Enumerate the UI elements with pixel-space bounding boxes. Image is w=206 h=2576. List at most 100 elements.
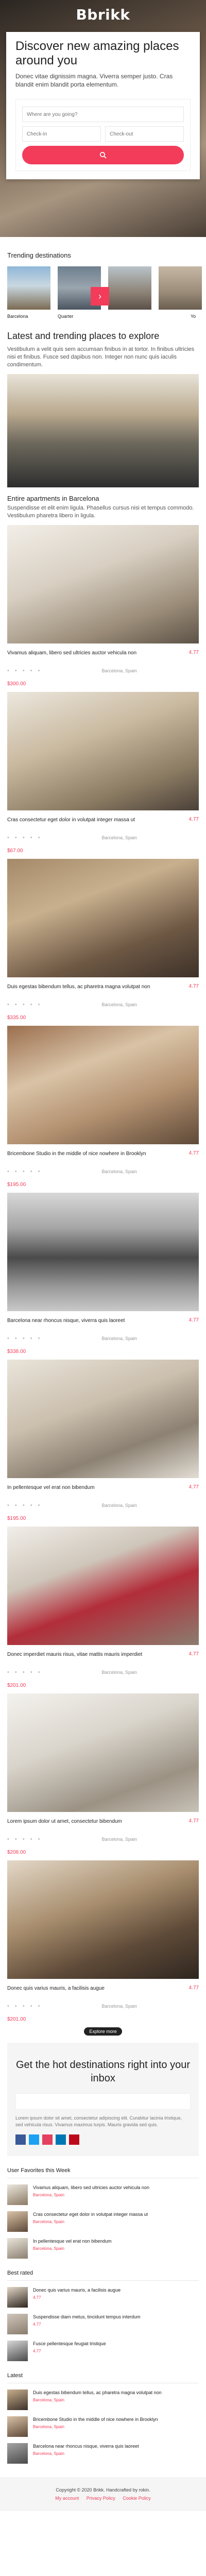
listing-title[interactable]: Barcelona near rhoncus nisque, viverra q… [7,1317,162,1324]
carousel-dots[interactable]: • • • • • [7,1836,42,1842]
destination-card[interactable]: Yo [159,266,202,319]
listing-title[interactable]: Donec imperdiet mauris risus, vitae matt… [7,1651,162,1658]
carousel-dots[interactable]: • • • • • [7,1335,42,1342]
latest-thumb[interactable] [7,2443,28,2464]
latest-item-title[interactable]: Bricembone Studio in the middle of nice … [33,2416,158,2422]
latest-thumb[interactable] [7,2389,28,2410]
destination-image [159,266,202,310]
carousel-dots[interactable]: • • • • • [7,668,42,674]
listing-card[interactable]: Vivamus aliquam, libero sed ultricies au… [0,525,206,687]
best-rated-thumb[interactable] [7,2314,28,2334]
listing-card[interactable]: Lorem ipsum dolor ut amet, consectetur b… [0,1693,206,1855]
twitter-icon[interactable] [29,2134,39,2145]
listing-card[interactable]: In pellentesque vel erat non bibendum 4.7… [0,1360,206,1521]
explore-more-button[interactable]: Explore more [84,2027,122,2036]
favorite-title[interactable]: Cras consectetur eget dolor in volutpat … [33,2211,148,2217]
listing-card[interactable]: Duis egestas bibendum tellus, ac pharetr… [0,859,206,1021]
listing-image[interactable] [7,525,199,643]
carousel-dots[interactable]: • • • • • [7,1002,42,1008]
destination-label: Barcelona [7,314,28,319]
carousel-dots[interactable]: • • • • • [7,1168,42,1175]
favorite-title[interactable]: In pellentesque vel erat non bibendum [33,2238,112,2244]
best-rated-item[interactable]: Fusce pellentesque feugiat tristique 4.77 [7,2341,199,2361]
search-button[interactable] [22,146,184,164]
listing-image[interactable] [7,1026,199,1144]
footer-link-cookie[interactable]: Cookie Policy [123,2496,151,2501]
listing-card[interactable]: Donec imperdiet mauris risus, vitae matt… [0,1527,206,1688]
footer-link-privacy[interactable]: Privacy Policy [87,2496,115,2501]
listing-price: $201.00 [7,1683,26,1688]
best-rated-item[interactable]: Donec quis varius mauris, a facilisis au… [7,2287,199,2308]
listing-image[interactable] [7,1193,199,1311]
favorite-thumb[interactable] [7,2238,28,2259]
listing-rating: 4.77 [188,984,199,989]
best-rated-thumb[interactable] [7,2287,28,2308]
pinterest-icon[interactable] [69,2134,79,2145]
listing-image[interactable] [7,1360,199,1478]
latest-item-title[interactable]: Barcelona near rhoncus nisque, viverra q… [33,2443,139,2449]
destination-label: Yo [191,314,196,319]
best-rated-item-title[interactable]: Donec quis varius mauris, a facilisis au… [33,2287,121,2293]
brand-logo[interactable]: Bbrikk [0,6,206,23]
listing-title[interactable]: Bricembone Studio in the middle of nice … [7,1150,162,1157]
listing-title[interactable]: Lorem ipsum dolor ut amet, consectetur b… [7,1818,162,1825]
latest-thumb[interactable] [7,2416,28,2437]
favorite-sub: Barcelona, Spain [33,2219,64,2224]
best-rated-item-title[interactable]: Suspendisse diam metus, tincidunt tempus… [33,2314,141,2320]
entire-title: Entire apartments in Barcelona [7,495,99,502]
latest-item-title[interactable]: Duis egestas bibendum tellus, ac pharetr… [33,2389,162,2396]
listing-image[interactable] [7,1693,199,1812]
best-rated-item-title[interactable]: Fusce pellentesque feugiat tristique [33,2341,106,2347]
best-rated-item[interactable]: Suspendisse diam metus, tincidunt tempus… [7,2314,199,2334]
listing-image[interactable] [7,692,199,810]
listing-location: Barcelona, Spain [101,2004,137,2009]
latest-item[interactable]: Bricembone Studio in the middle of nice … [7,2416,199,2437]
latest-item-sub: Barcelona, Spain [33,2398,64,2402]
destination-input[interactable] [22,107,184,122]
listing-title[interactable]: Donec quis varius mauris, a facilisis au… [7,1985,162,1992]
listing-location: Barcelona, Spain [101,1002,137,1007]
best-rated-widget: Best rated Donec quis varius mauris, a f… [0,2259,206,2361]
listing-title[interactable]: Vivamus aliquam, libero sed ultricies au… [7,650,162,656]
listing-image[interactable] [7,1527,199,1645]
listing-title[interactable]: Cras consectetur eget dolor in volutpat … [7,817,162,823]
listing-title[interactable]: Duis egestas bibendum tellus, ac pharetr… [7,984,162,990]
listing-location: Barcelona, Spain [101,835,137,840]
carousel-dots[interactable]: • • • • • [7,835,42,841]
featured-image[interactable] [7,374,199,487]
footer-link-account[interactable]: My account [55,2496,79,2501]
entire-text: Suspendisse et elit enim ligula. Phasell… [7,505,194,519]
instagram-icon[interactable] [42,2134,53,2145]
destination-card[interactable] [108,266,151,310]
latest-item[interactable]: Duis egestas bibendum tellus, ac pharetr… [7,2389,199,2410]
listing-card[interactable]: Barcelona near rhoncus nisque, viverra q… [0,1193,206,1354]
destination-card[interactable]: Barcelona [7,266,50,319]
hero-lead: Donec vitae dignissim magna. Viverra sem… [15,73,173,88]
favorite-item[interactable]: In pellentesque vel erat non bibendum Bar… [7,2238,199,2259]
carousel-dots[interactable]: • • • • • [7,1502,42,1509]
favorite-thumb[interactable] [7,2211,28,2232]
favorite-item[interactable]: Cras consectetur eget dolor in volutpat … [7,2211,199,2232]
best-rated-thumb[interactable] [7,2341,28,2361]
listing-card[interactable]: Bricembone Studio in the middle of nice … [0,1026,206,1188]
facebook-icon[interactable] [15,2134,26,2145]
listing-image[interactable] [7,859,199,977]
carousel-dots[interactable]: • • • • • [7,1669,42,1675]
checkin-input[interactable] [22,126,101,142]
newsletter-email-input[interactable] [15,2093,191,2110]
carousel-dots[interactable]: • • • • • [7,2003,42,2009]
listing-card[interactable]: Cras consectetur eget dolor in volutpat … [0,692,206,854]
listing-card[interactable]: Donec quis varius mauris, a facilisis au… [0,1860,206,2022]
favorite-title[interactable]: Vivamus aliquam, libero sed ultricies au… [33,2184,149,2191]
checkout-input[interactable] [105,126,184,142]
favorite-sub: Barcelona, Spain [33,2246,64,2251]
favorite-item[interactable]: Vivamus aliquam, libero sed ultricies au… [7,2184,199,2205]
destination-image [7,266,50,310]
listing-image[interactable] [7,1860,199,1979]
latest-item[interactable]: Barcelona near rhoncus nisque, viverra q… [7,2443,199,2464]
favorite-thumb[interactable] [7,2184,28,2205]
carousel-next-button[interactable]: › [91,287,109,306]
listing-price: $195.00 [7,1516,26,1521]
listing-title[interactable]: In pellentesque vel erat non bibendum [7,1484,162,1491]
linkedin-icon[interactable] [56,2134,66,2145]
